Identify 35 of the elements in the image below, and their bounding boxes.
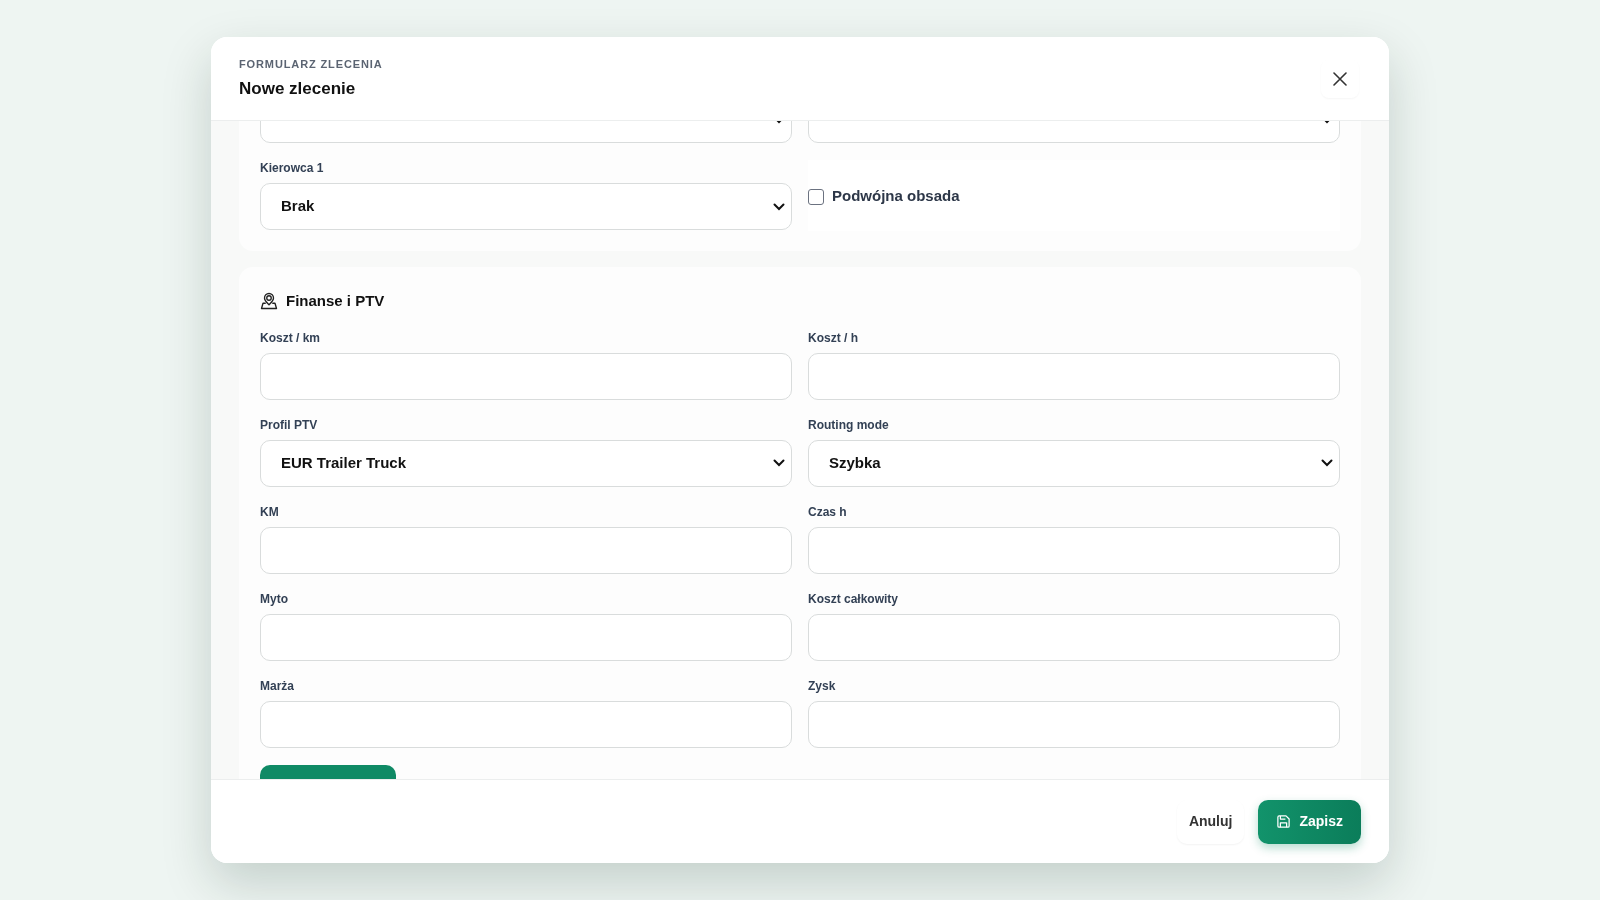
field-label: Profil PTV (260, 416, 319, 433)
field-label: Koszt / h (808, 329, 859, 346)
close-icon (1333, 71, 1347, 86)
cancel-button[interactable]: Anuluj (1176, 799, 1245, 844)
select-field[interactable]: Brak (260, 183, 792, 230)
save-icon (1276, 814, 1292, 829)
select-field[interactable]: Szybka (808, 439, 1340, 487)
field-label: Myto (260, 590, 289, 607)
input-field[interactable] (260, 613, 792, 661)
field-label: Routing mode (808, 416, 890, 433)
input-field[interactable] (808, 613, 1340, 661)
section-title: Finanse i PTV (286, 291, 385, 311)
chevron-down-icon (1321, 459, 1333, 467)
checkbox[interactable] (808, 188, 824, 205)
input-field[interactable] (260, 700, 792, 748)
field-label: Zysk (808, 677, 837, 694)
map-pin-user-icon (260, 292, 278, 311)
chevron-down-icon (773, 459, 785, 467)
input-field[interactable] (260, 526, 792, 574)
field-label: Marża (260, 677, 295, 694)
field-label: KM (260, 503, 280, 520)
input-field[interactable] (808, 352, 1340, 400)
input-field[interactable] (808, 700, 1340, 748)
field-label: Koszt całkowity (808, 590, 900, 607)
field-label: Kierowca 1 (260, 160, 325, 176)
chevron-down-icon (773, 202, 785, 211)
field-label: Czas h (808, 503, 848, 520)
select-field[interactable]: EUR Trailer Truck (260, 439, 792, 487)
dialog-title: Nowe zlecenie (239, 77, 357, 100)
save-button[interactable]: Zapisz (1258, 799, 1361, 844)
dialog-eyebrow: FORMULARZ ZLECENIA (239, 57, 383, 72)
field-label: Koszt / km (260, 329, 321, 346)
input-field[interactable] (260, 352, 792, 400)
input-field[interactable] (808, 526, 1340, 574)
checkbox-label: Podwójna obsada (832, 186, 960, 207)
